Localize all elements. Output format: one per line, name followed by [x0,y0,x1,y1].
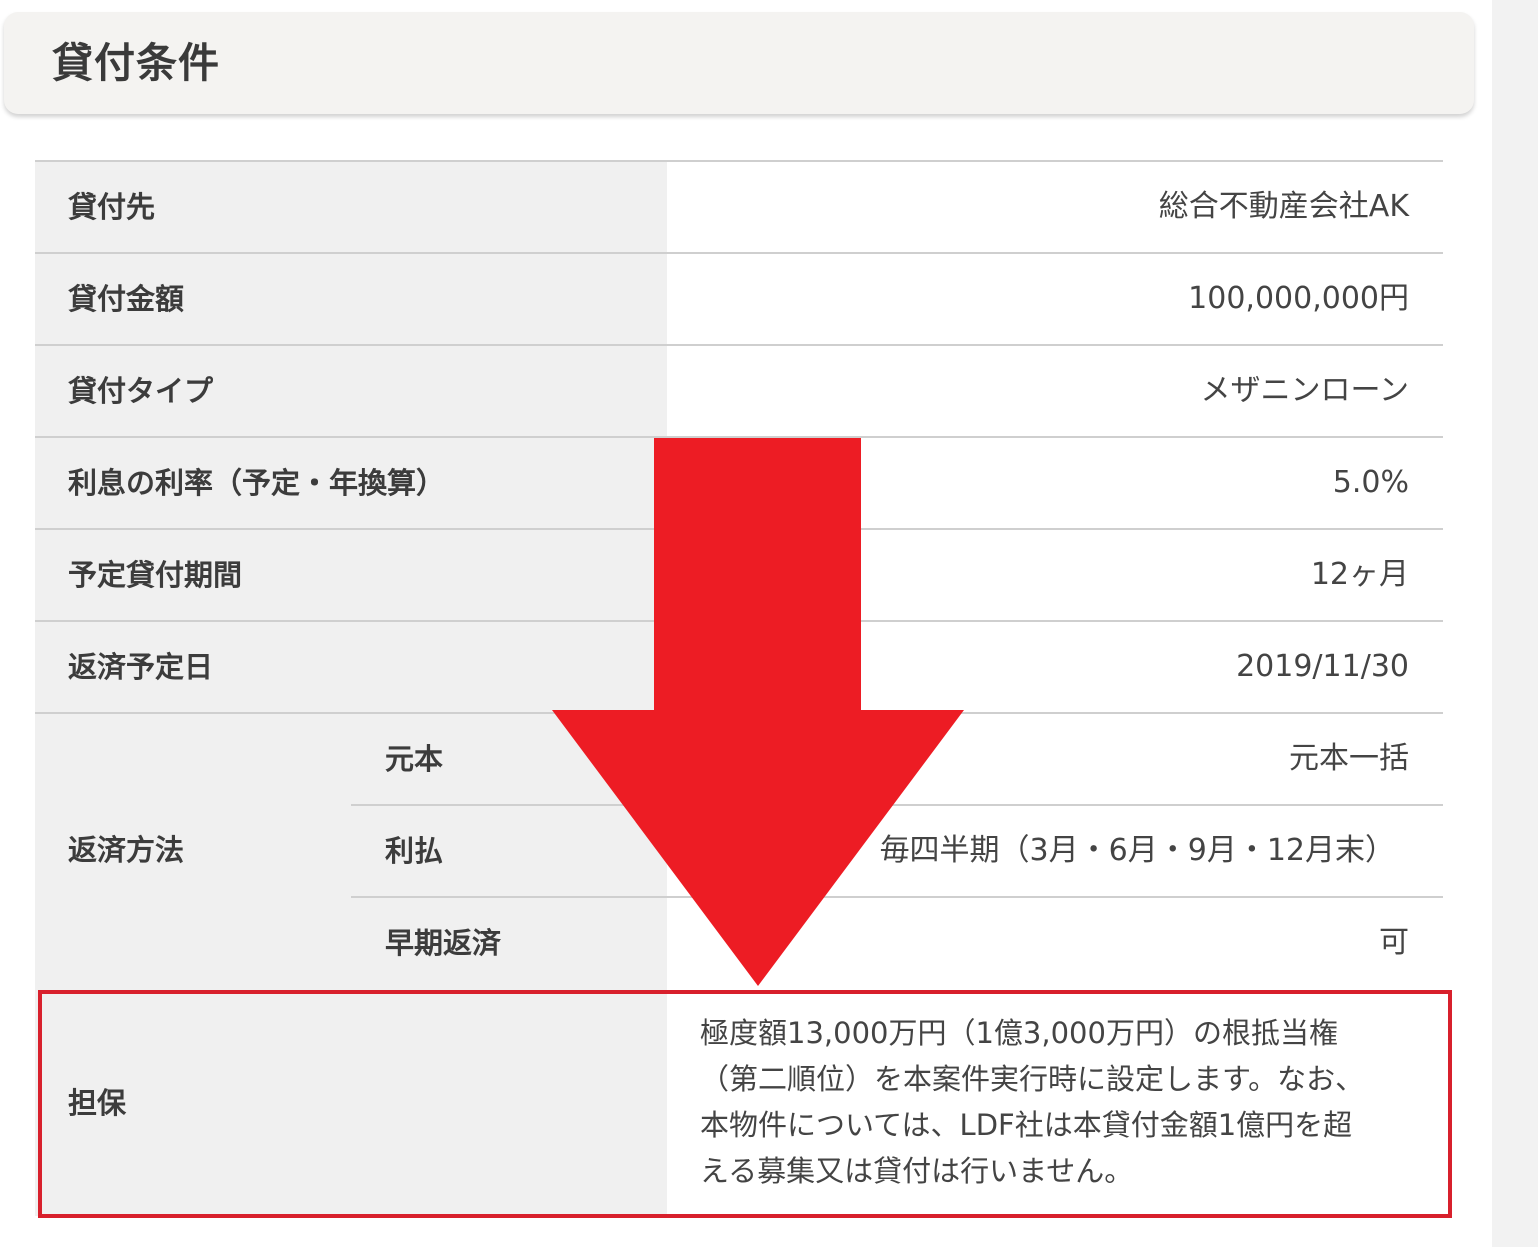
row-label-cell: 貸付金額 [35,254,667,344]
collateral-highlight-box [38,990,1452,1218]
down-arrow-icon [552,438,964,986]
row-label-cell: 貸付タイプ [35,346,667,436]
subrow-value: 可 [1379,925,1409,960]
row-lender: 貸付先 総合不動産会社AK [35,162,1443,254]
row-label: 返済予定日 [68,650,214,684]
page: 貸付条件 貸付先 総合不動産会社AK 貸付金額 100,000,000円 貸付タ… [0,0,1538,1247]
section-header: 貸付条件 [4,12,1474,114]
repayment-label-cell: 返済方法 [35,714,351,990]
row-label: 予定貸付期間 [68,558,243,592]
row-loan-type: 貸付タイプ メザニンローン [35,346,1443,438]
row-value: 2019/11/30 [1236,649,1409,684]
row-value: 100,000,000円 [1188,281,1409,316]
down-arrow-shape [552,438,964,986]
subrow-value: 元本一括 [1289,741,1409,776]
page-side-strip [1492,0,1538,1247]
subrow-label: 早期返済 [385,926,502,960]
row-value: メザニンローン [1200,373,1410,408]
subrow-label: 利払 [385,834,444,868]
row-value: 総合不動産会社AK [1158,189,1409,224]
row-label: 利息の利率（予定・年換算） [68,466,446,500]
row-label: 貸付タイプ [68,374,214,408]
row-label-cell: 貸付先 [35,162,667,252]
section-title: 貸付条件 [52,39,220,87]
loan-terms-table: 貸付先 総合不動産会社AK 貸付金額 100,000,000円 貸付タイプ メザ… [35,160,1443,1216]
row-value: 5.0% [1332,465,1409,500]
row-label: 貸付金額 [68,282,185,316]
subrow-label: 元本 [385,742,444,776]
row-label: 貸付先 [68,190,156,224]
row-value: 12ヶ月 [1310,557,1409,592]
repayment-label: 返済方法 [68,833,185,867]
row-amount: 貸付金額 100,000,000円 [35,254,1443,346]
